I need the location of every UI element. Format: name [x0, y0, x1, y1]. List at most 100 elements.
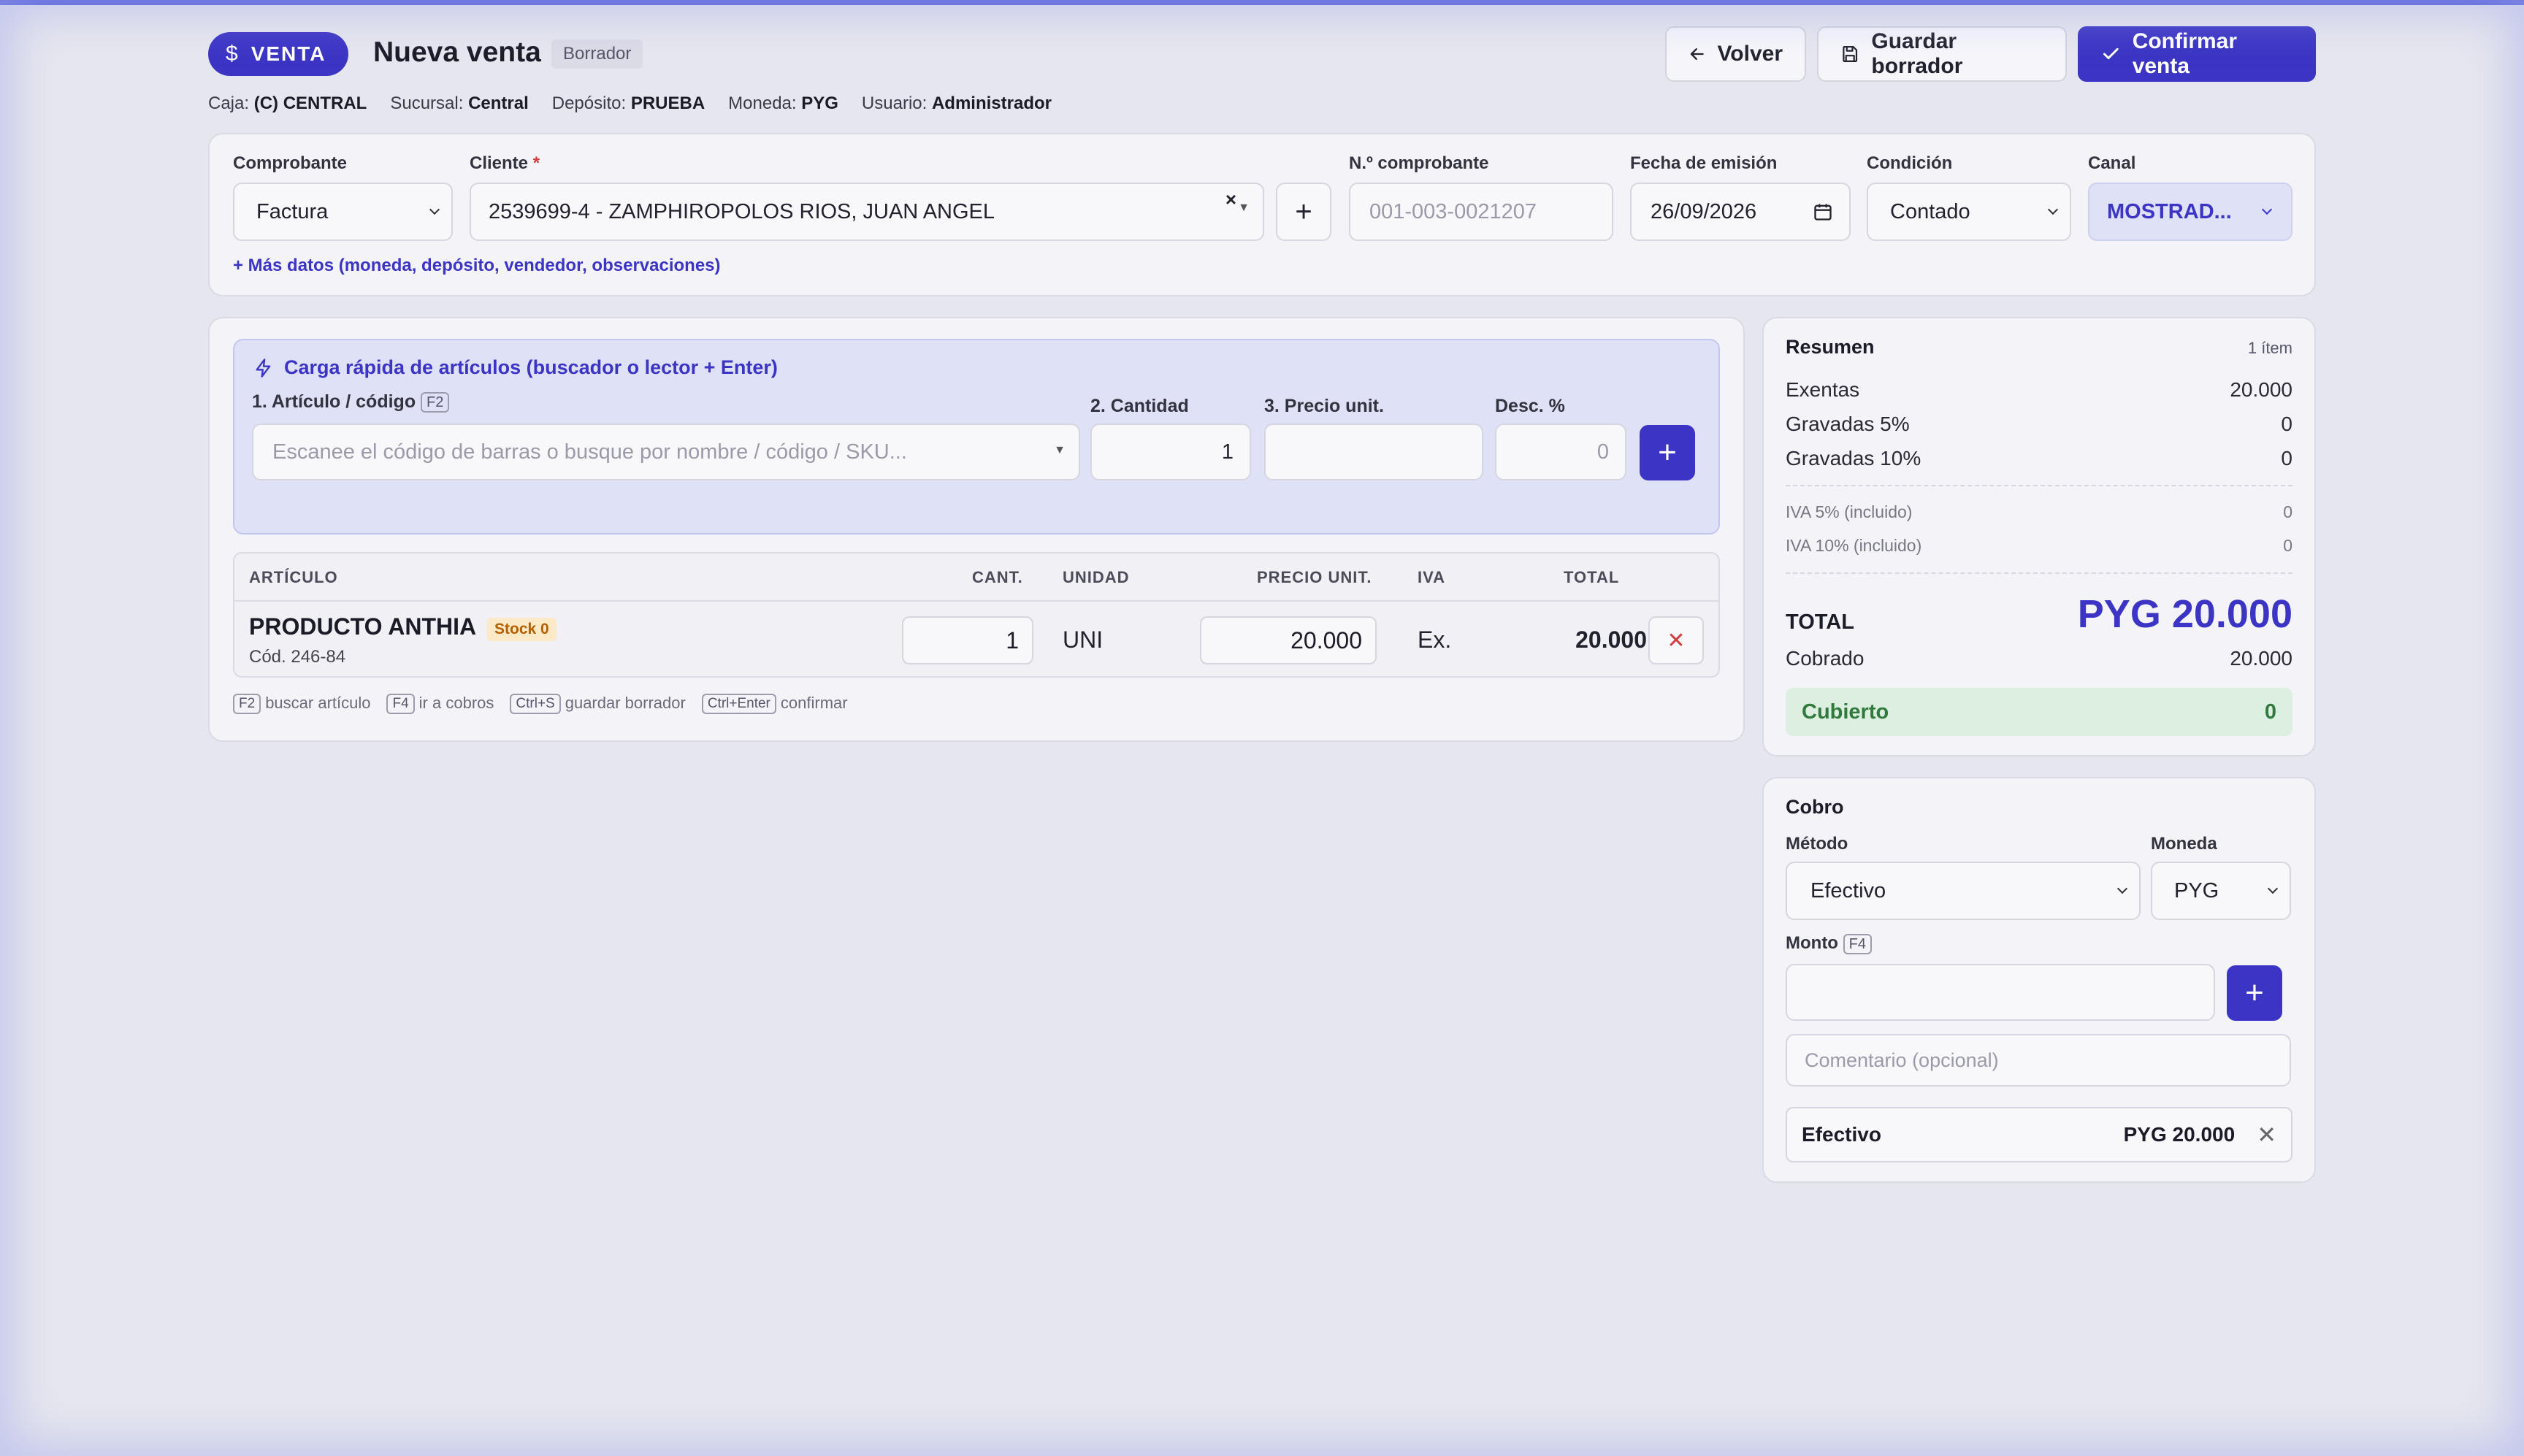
- summary-divider: [1786, 485, 2292, 486]
- shortcut-hint: F2 buscar artículo: [233, 694, 370, 715]
- amount-input[interactable]: [1786, 964, 2215, 1021]
- dollar-icon: $: [226, 42, 238, 66]
- page-title: Nueva venta: [373, 37, 541, 68]
- summary-row-gravadas10: Gravadas 10% 0: [1786, 447, 2292, 470]
- canal-label: Canal: [2088, 153, 2136, 173]
- currency-label: Moneda: [2151, 834, 2217, 854]
- payment-amount: PYG 20.000: [2123, 1123, 2236, 1146]
- chevron-down-icon: [429, 204, 440, 215]
- amount-label: Monto F4: [1786, 933, 1872, 954]
- chevron-down-icon: [2267, 883, 2279, 894]
- cliente-value: 2539699-4 - ZAMPHIROPOLOS RIOS, JUAN ANG…: [489, 199, 995, 223]
- numero-input[interactable]: 001-003-0021207: [1349, 183, 1613, 241]
- add-payment-button[interactable]: +: [2227, 965, 2282, 1021]
- chevron-down-icon: [2116, 883, 2128, 894]
- keyboard-shortcuts: F2 buscar artículo F4 ir a cobros Ctrl+S gu…: [233, 694, 848, 715]
- shortcut-hint: Ctrl+Enter confirmar: [701, 694, 848, 715]
- save-icon: [1843, 46, 1858, 62]
- comprobante-label: Comprobante: [233, 153, 347, 173]
- discount-input[interactable]: 0: [1495, 424, 1626, 480]
- col-unit: UNIDAD: [1063, 568, 1130, 586]
- chevron-down-icon: [2047, 204, 2059, 215]
- add-item-button[interactable]: +: [1640, 425, 1695, 480]
- arrow-left-icon: [1690, 47, 1704, 61]
- method-label: Método: [1786, 834, 1848, 854]
- summary-card: Resumen 1 ítem Exentas 20.000 Gravadas 5%…: [1762, 317, 2316, 756]
- row-unit: UNI: [1063, 627, 1104, 653]
- calendar-icon[interactable]: [1813, 202, 1833, 222]
- row-qty-input[interactable]: 1: [902, 616, 1033, 664]
- cliente-select[interactable]: 2539699-4 - ZAMPHIROPOLOS RIOS, JUAN ANG…: [470, 183, 1264, 241]
- product-name: PRODUCTO ANTHIA: [249, 613, 477, 640]
- total-label: TOTAL: [1786, 610, 1854, 634]
- discount-label: Desc. %: [1495, 396, 1565, 416]
- meta-moneda: Moneda: PYG: [728, 93, 838, 113]
- summary-row-iva10: IVA 10% (incluido) 0: [1786, 536, 2292, 555]
- confirm-sale-button[interactable]: Confirmar venta: [2078, 26, 2316, 82]
- col-qty: CANT.: [972, 568, 1023, 586]
- items-card: Carga rápida de artículos (buscador o le…: [208, 317, 1745, 742]
- shortcut-hint: Ctrl+S guardar borrador: [510, 694, 686, 715]
- save-draft-label: Guardar borrador: [1871, 29, 1963, 78]
- col-price: PRECIO UNIT.: [1257, 568, 1372, 586]
- fecha-label: Fecha de emisión: [1630, 153, 1778, 173]
- shortcut-hint: F4 ir a cobros: [386, 694, 494, 715]
- summary-row-exentas: Exentas 20.000: [1786, 378, 2292, 401]
- plus-icon: +: [1295, 195, 1312, 228]
- col-total: TOTAL: [1564, 568, 1620, 586]
- col-article: ARTÍCULO: [249, 568, 338, 586]
- comment-input[interactable]: Comentario (opcional): [1786, 1034, 2291, 1087]
- save-draft-button[interactable]: Guardar borrador: [1817, 26, 2067, 82]
- fecha-input[interactable]: 26/09/2026: [1630, 183, 1851, 241]
- canal-select[interactable]: MOSTRAD...: [2088, 183, 2292, 241]
- top-accent-bar: [0, 0, 2524, 5]
- confirm-sale-label: Confirmar venta: [2132, 29, 2238, 78]
- comprobante-select[interactable]: Factura: [233, 183, 453, 241]
- summary-title: Resumen: [1786, 336, 1875, 358]
- stock-badge: Stock 0: [487, 618, 557, 641]
- sale-type-badge: $ VENTA: [208, 32, 348, 76]
- payment-method: Efectivo: [1802, 1123, 1881, 1146]
- sale-page: $ VENTA Nueva venta Borrador Volver Guar…: [208, 26, 2316, 1183]
- numero-label: N.º comprobante: [1349, 153, 1489, 173]
- chevron-down-icon: [2261, 204, 2273, 215]
- back-button-label: Volver: [1717, 42, 1783, 66]
- add-client-button[interactable]: +: [1276, 183, 1331, 241]
- cubierto-status: Cubierto 0: [1786, 688, 2292, 736]
- caret-down-icon: ▼: [1238, 202, 1250, 214]
- currency-select[interactable]: PYG: [2151, 862, 2291, 920]
- row-total: 20.000: [1575, 627, 1647, 653]
- back-button[interactable]: Volver: [1665, 26, 1806, 82]
- article-search-input[interactable]: Escanee el código de barras o busque por…: [252, 424, 1080, 480]
- article-label: 1. Artículo / código F2: [252, 391, 450, 413]
- remove-payment-icon[interactable]: ✕: [2257, 1121, 2276, 1149]
- item-count: 1 ítem: [2247, 339, 2292, 357]
- cobrado-row: Cobrado 20.000: [1786, 647, 2292, 670]
- qty-input[interactable]: 1: [1090, 424, 1251, 480]
- summary-row-iva5: IVA 5% (incluido) 0: [1786, 502, 2292, 521]
- payment-title: Cobro: [1786, 796, 1844, 818]
- method-select[interactable]: Efectivo: [1786, 862, 2141, 920]
- price-label: 3. Precio unit.: [1264, 396, 1384, 416]
- lightning-icon: [256, 358, 271, 378]
- qty-label: 2. Cantidad: [1090, 396, 1189, 416]
- more-data-link[interactable]: + Más datos (moneda, depósito, vendedor,…: [233, 256, 721, 276]
- condicion-label: Condición: [1867, 153, 1953, 173]
- shortcut-key: F2: [421, 392, 450, 413]
- row-price-input[interactable]: 20.000: [1200, 616, 1377, 664]
- condicion-select[interactable]: Contado: [1867, 183, 2071, 241]
- sale-type-label: VENTA: [251, 42, 326, 65]
- document-form-card: Comprobante Factura Cliente * 2539699-4 …: [208, 133, 2316, 296]
- meta-sucursal: Sucursal: Central: [390, 93, 529, 113]
- row-iva: Ex.: [1418, 627, 1452, 653]
- session-info: Caja: (C) CENTRAL Sucursal: Central Depó…: [208, 93, 1052, 114]
- cliente-label: Cliente *: [470, 153, 540, 173]
- clear-cliente-icon[interactable]: ×: [1225, 188, 1236, 211]
- quick-add-title: Carga rápida de artículos (buscador o le…: [253, 356, 778, 379]
- price-input[interactable]: [1264, 424, 1483, 480]
- page-header: $ VENTA Nueva venta Borrador Volver Guar…: [208, 26, 2316, 113]
- check-icon: [2103, 47, 2119, 60]
- remove-item-button[interactable]: ✕: [1648, 616, 1704, 664]
- total-value: PYG 20.000: [2077, 592, 2292, 636]
- close-icon: ✕: [1667, 628, 1686, 653]
